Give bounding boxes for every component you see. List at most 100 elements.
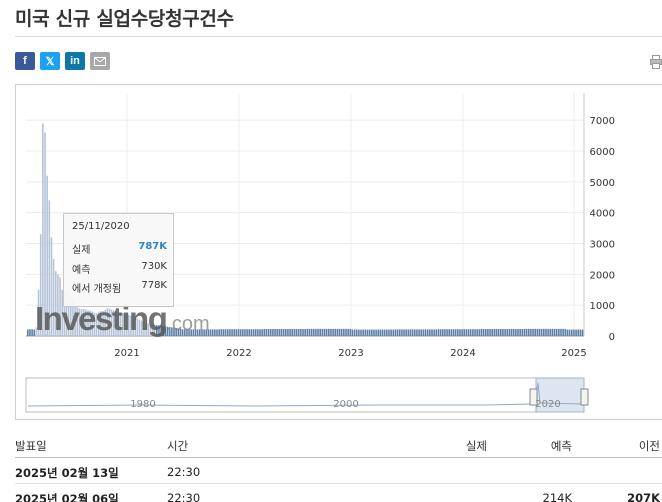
chart-bar [308, 328, 311, 336]
chart-bar [280, 329, 283, 336]
chart-bar [360, 329, 362, 336]
chart-bar [493, 329, 496, 336]
chart-bar [371, 329, 373, 336]
x-tick-label: 2021 [114, 348, 139, 359]
chart-bar [416, 329, 418, 336]
chart-bar [265, 329, 268, 336]
chart-bar [358, 329, 360, 336]
chart-bar [214, 329, 216, 336]
navigator-label: 2000 [333, 399, 358, 410]
chart-bar [295, 329, 298, 336]
chart-bar [340, 328, 343, 336]
chart-bar [29, 329, 31, 336]
chart-bar [465, 329, 468, 336]
chart-bar [409, 329, 412, 336]
chart-bar [263, 329, 266, 336]
linkedin-share-button[interactable]: in [65, 52, 85, 70]
chart-bar [515, 329, 517, 336]
chart-bar [538, 328, 541, 336]
chart-bar [364, 329, 367, 336]
chart-bar [231, 329, 233, 336]
chart-bar [446, 329, 448, 336]
chart-bar [555, 328, 558, 336]
y-tick-label: 6000 [590, 147, 615, 158]
chart-bar [433, 329, 435, 336]
chart-bar [461, 329, 463, 336]
chart-bar [508, 329, 511, 336]
row-date: 2025년 02월 13일 [15, 466, 119, 480]
navigator-frame [25, 377, 585, 413]
chart-bar [414, 329, 416, 336]
chart-bar [405, 329, 407, 336]
y-tick-label: 3000 [590, 240, 615, 251]
chart-bar [297, 329, 300, 336]
chart-bar [323, 328, 326, 336]
title-divider [15, 36, 662, 37]
chart-bar [353, 329, 356, 336]
chart-bar [383, 329, 386, 336]
print-icon[interactable] [650, 54, 662, 69]
chart-bar [418, 329, 420, 336]
header-time[interactable]: 시간 [167, 438, 188, 454]
chart-bar [411, 329, 414, 336]
chart-bar [484, 329, 487, 336]
header-forecast[interactable]: 예측 [551, 438, 572, 454]
email-share-button[interactable] [90, 52, 110, 70]
table-header: 발표일 시간 실제 예측 이전 [15, 432, 662, 458]
chart-bar [517, 329, 519, 336]
chart-bar [373, 329, 375, 336]
chart-bar [224, 329, 227, 336]
chart-bar [338, 328, 341, 336]
chart-bar [276, 329, 278, 336]
x-tick-label: 2023 [338, 348, 363, 359]
row-forecast: 214K [542, 491, 573, 502]
chart-bar [250, 329, 253, 336]
chart-bar [317, 328, 319, 336]
chart-bar [289, 329, 291, 336]
chart-bar [209, 329, 212, 336]
chart-bar [510, 329, 513, 336]
y-tick-label: 7000 [590, 116, 615, 127]
chart-bar [497, 329, 500, 336]
header-actual[interactable]: 실제 [466, 438, 487, 454]
chart-bar [390, 329, 392, 336]
header-previous[interactable]: 이전 [639, 438, 660, 454]
chart-bar [315, 328, 317, 336]
table-row: 2025년 02월 13일 22:30 [15, 458, 662, 484]
chart-bar [319, 328, 321, 336]
chart-bar [523, 328, 526, 336]
chart-bar [472, 329, 474, 336]
chart-bar [261, 329, 263, 336]
chart-bar [403, 329, 405, 336]
envelope-icon [94, 56, 106, 66]
chart-bar [396, 329, 399, 336]
chart-bar [566, 329, 569, 336]
facebook-share-button[interactable]: f [15, 52, 35, 70]
chart-bar [259, 329, 261, 336]
chart-bar [478, 329, 481, 336]
chart-bar [282, 329, 285, 336]
header-date[interactable]: 발표일 [15, 438, 47, 454]
chart-bar [220, 329, 223, 336]
chart-bar [31, 329, 33, 336]
chart-bar [345, 328, 347, 336]
chart-container[interactable]: 0 1000 2000 3000 4000 5000 6000 7000 2021 2022 202… [15, 84, 662, 420]
chart-bar [336, 328, 339, 336]
chart-bar [422, 329, 425, 336]
chart-bar [476, 329, 478, 336]
chart-bar [502, 329, 504, 336]
chart-bar [226, 329, 229, 336]
chart-bar [381, 329, 384, 336]
y-tick-label: 2000 [590, 270, 615, 281]
twitter-share-button[interactable]: 𝕏 [40, 52, 60, 70]
chart-bar [577, 329, 579, 336]
chart-bar [506, 329, 509, 336]
chart-bar [519, 329, 521, 336]
chart-bar [545, 328, 547, 336]
chart-bar [392, 329, 395, 336]
chart-bar [489, 329, 491, 336]
chart-bar [287, 329, 289, 336]
chart-bar [532, 328, 534, 336]
chart-bar [302, 329, 304, 336]
row-time: 22:30 [167, 465, 201, 479]
